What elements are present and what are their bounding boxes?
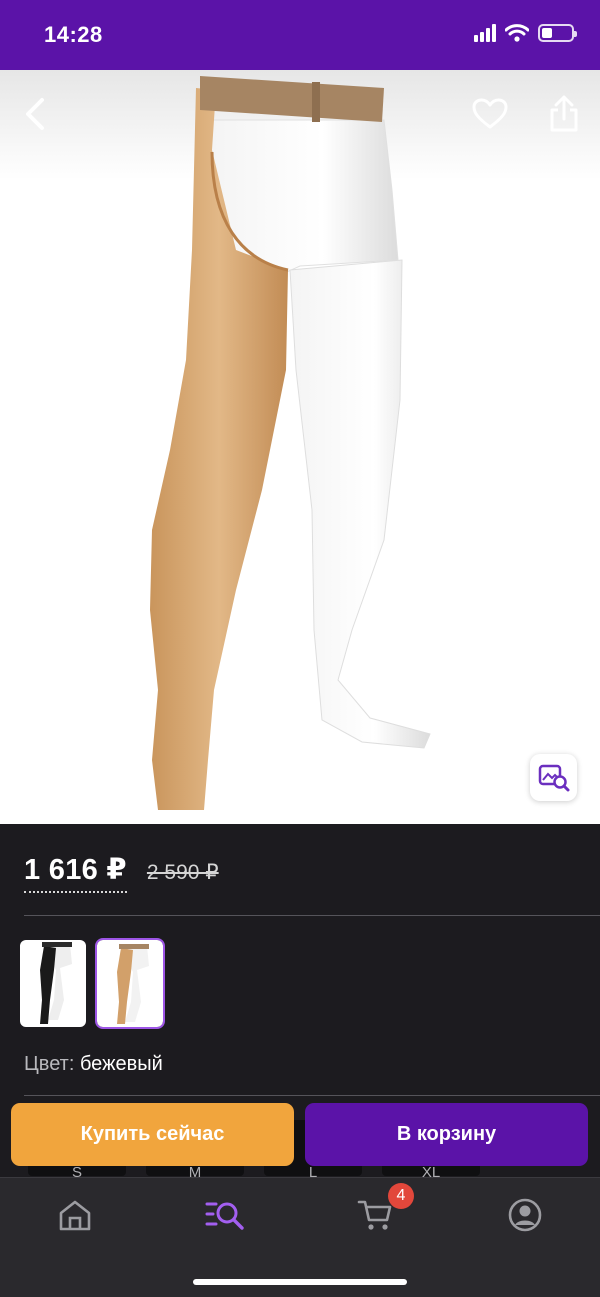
battery-level bbox=[542, 28, 552, 38]
bottom-tab-bar: 4 bbox=[0, 1177, 600, 1297]
color-label-key: Цвет: bbox=[24, 1053, 75, 1075]
tab-home[interactable] bbox=[50, 1194, 100, 1236]
signal-icon bbox=[474, 24, 496, 42]
color-label: Цвет: бежевый bbox=[24, 1053, 163, 1076]
visual-search-button[interactable] bbox=[530, 754, 577, 801]
add-to-cart-button[interactable]: В корзину bbox=[305, 1103, 588, 1166]
back-button[interactable] bbox=[12, 90, 60, 138]
heart-icon bbox=[472, 98, 508, 129]
share-icon bbox=[550, 95, 578, 132]
home-icon bbox=[59, 1200, 91, 1231]
variant-beige-thumbnail[interactable] bbox=[95, 938, 165, 1029]
home-indicator bbox=[193, 1279, 407, 1285]
variant-image bbox=[117, 944, 149, 1024]
wifi-icon bbox=[505, 24, 529, 42]
chevron-left-icon bbox=[26, 98, 44, 130]
status-icons bbox=[474, 24, 577, 42]
profile-icon bbox=[508, 1198, 542, 1232]
divider bbox=[24, 915, 600, 916]
divider bbox=[24, 1095, 600, 1096]
product-image-gallery[interactable] bbox=[0, 70, 600, 824]
color-value: бежевый bbox=[79, 1053, 163, 1075]
tab-profile[interactable] bbox=[500, 1194, 550, 1236]
variant-image bbox=[40, 942, 72, 1024]
current-price[interactable]: 1 616 ₽ bbox=[24, 852, 127, 893]
product-image bbox=[150, 76, 431, 810]
status-time: 14:28 bbox=[44, 22, 103, 47]
tab-catalog[interactable] bbox=[200, 1194, 250, 1236]
catalog-search-icon bbox=[205, 1202, 244, 1230]
buy-now-button[interactable]: Купить сейчас bbox=[11, 1103, 294, 1166]
variant-black-thumbnail[interactable] bbox=[20, 940, 86, 1027]
cart-badge: 4 bbox=[388, 1183, 414, 1209]
price-row: 1 616 ₽ 2 590 ₽ bbox=[24, 852, 219, 893]
favorite-button[interactable] bbox=[466, 90, 514, 138]
status-bar: 14:28 bbox=[0, 0, 600, 70]
old-price: 2 590 ₽ bbox=[146, 861, 219, 884]
cart-icon bbox=[357, 1200, 392, 1230]
share-button[interactable] bbox=[540, 90, 588, 138]
image-search-icon bbox=[538, 764, 569, 791]
battery-icon bbox=[538, 24, 577, 42]
